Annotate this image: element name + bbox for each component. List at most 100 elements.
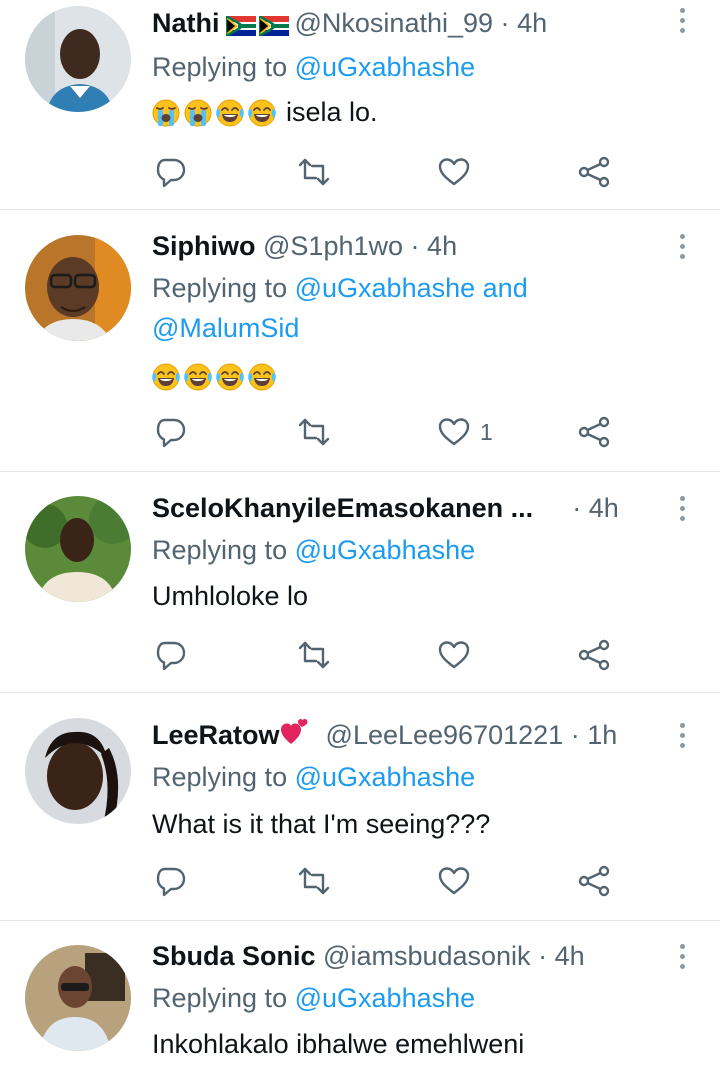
tweet-4[interactable]: LeeRatow @LeeLee96701221 · 1h Replying to… <box>0 693 720 921</box>
like-icon <box>438 158 470 186</box>
like-button[interactable] <box>438 635 480 675</box>
mention-link[interactable]: @uGxabhashe <box>295 52 476 82</box>
tweet-header: SceloKhanyileEmasokanen ... · 4h <box>152 488 672 528</box>
retweet-button[interactable] <box>298 635 330 675</box>
more-icon[interactable] <box>678 8 686 36</box>
tweet-3[interactable]: SceloKhanyileEmasokanen ... · 4h Replyin… <box>0 472 720 693</box>
author-name[interactable]: SceloKhanyileEmasokanen ... <box>152 493 533 523</box>
share-button[interactable] <box>578 152 610 192</box>
like-button[interactable]: 1 <box>438 412 493 452</box>
retweet-icon <box>298 418 330 446</box>
timestamp[interactable]: 4h <box>589 493 619 523</box>
loudly-crying-face-icon <box>152 99 180 127</box>
south-africa-flag-icon <box>225 16 256 36</box>
avatar-image <box>25 718 131 824</box>
avatar[interactable] <box>25 718 131 824</box>
more-icon[interactable] <box>678 234 686 262</box>
reply-icon <box>156 158 186 188</box>
emoji-group <box>152 363 276 391</box>
reply-button[interactable] <box>156 152 188 192</box>
author-name[interactable]: Siphiwo <box>152 231 256 261</box>
avatar[interactable] <box>25 235 131 341</box>
loudly-crying-face-icon <box>184 99 212 127</box>
like-icon <box>438 867 470 895</box>
share-button[interactable] <box>578 861 610 901</box>
like-button[interactable] <box>438 152 480 192</box>
emoji-group <box>152 99 276 127</box>
reply-prefix: Replying to <box>152 762 288 792</box>
author-handle[interactable]: @iamsbudasonik <box>323 941 531 971</box>
reply-icon <box>156 867 186 897</box>
separator: · <box>410 231 420 261</box>
reply-prefix: Replying to <box>152 273 288 303</box>
share-icon <box>578 865 610 897</box>
mention-link[interactable]: @uGxabhashe <box>295 983 476 1013</box>
retweet-button[interactable] <box>298 152 330 192</box>
retweet-button[interactable] <box>298 861 330 901</box>
tweet-text <box>152 356 286 396</box>
heart-with-ribbon-icon <box>280 717 314 757</box>
tears-of-joy-icon <box>152 363 180 391</box>
reply-prefix: Replying to <box>152 535 288 565</box>
avatar-image <box>25 235 131 341</box>
tweet-actions <box>150 861 650 901</box>
tweet-body: Inkohlakalo ibhalwe emehlweni <box>152 1029 525 1059</box>
avatar[interactable] <box>25 496 131 602</box>
timestamp[interactable]: 4h <box>555 941 585 971</box>
mention-link[interactable]: @uGxabhashe <box>295 535 476 565</box>
tears-of-joy-icon <box>216 99 244 127</box>
reply-button[interactable] <box>156 635 188 675</box>
like-button[interactable] <box>438 861 480 901</box>
tweet-5[interactable]: Sbuda Sonic @iamsbudasonik · 4h Replying… <box>0 921 720 1068</box>
mention-link[interactable]: @MalumSid <box>152 313 299 343</box>
tweet-actions <box>150 152 650 192</box>
share-icon <box>578 416 610 448</box>
tweet-text: What is it that I'm seeing??? <box>152 804 490 844</box>
retweet-icon <box>298 641 330 669</box>
tweet-body: What is it that I'm seeing??? <box>152 809 491 839</box>
replying-to: Replying to @uGxabhashe <box>152 47 475 87</box>
retweet-button[interactable] <box>298 412 330 452</box>
author-handle[interactable]: @S1ph1wo <box>263 231 403 261</box>
separator: · <box>572 493 582 523</box>
author-name[interactable]: LeeRatow <box>152 720 280 750</box>
separator: · <box>500 8 510 38</box>
timestamp[interactable]: 4h <box>427 231 457 261</box>
tweet-header: Nathi @Nkosinathi_99 · 4h <box>152 3 672 43</box>
reply-icon <box>156 641 186 671</box>
tweet-header: LeeRatow @LeeLee96701221 · 1h <box>152 715 672 755</box>
timestamp[interactable]: 4h <box>517 8 547 38</box>
tweet-actions <box>150 635 650 675</box>
tears-of-joy-icon <box>248 363 276 391</box>
author-name[interactable]: Sbuda Sonic <box>152 941 316 971</box>
tears-of-joy-icon <box>216 363 244 391</box>
tweet-text: Umhloloke lo <box>152 576 308 616</box>
reply-button[interactable] <box>156 412 188 452</box>
author-handle[interactable]: @LeeLee96701221 <box>326 720 564 750</box>
south-africa-flag-icon <box>258 16 289 36</box>
share-button[interactable] <box>578 412 610 452</box>
more-icon[interactable] <box>678 944 686 972</box>
timestamp[interactable]: 1h <box>587 720 617 750</box>
replying-to: Replying to @uGxabhashe <box>152 978 475 1018</box>
tweet-2[interactable]: Siphiwo @S1ph1wo · 4h Replying to @uGxab… <box>0 210 720 472</box>
retweet-icon <box>298 158 330 186</box>
tweet-header: Sbuda Sonic @iamsbudasonik · 4h <box>152 936 672 976</box>
more-icon[interactable] <box>678 496 686 524</box>
author-handle[interactable]: @Nkosinathi_99 <box>295 8 494 38</box>
avatar-image <box>25 945 131 1051</box>
tweet-1[interactable]: Nathi @Nkosinathi_99 · 4h Replying to @uG… <box>0 0 720 210</box>
avatar[interactable] <box>25 6 131 112</box>
reply-prefix: Replying to <box>152 52 288 82</box>
like-icon <box>438 641 470 669</box>
reply-button[interactable] <box>156 861 188 901</box>
tweet-body: isela lo. <box>286 97 378 127</box>
mention-link[interactable]: @uGxabhashe <box>295 273 476 303</box>
tears-of-joy-icon <box>184 363 212 391</box>
author-name[interactable]: Nathi <box>152 8 220 38</box>
like-icon <box>438 418 470 446</box>
more-icon[interactable] <box>678 723 686 751</box>
avatar[interactable] <box>25 945 131 1051</box>
mention-link[interactable]: @uGxabhashe <box>295 762 476 792</box>
share-button[interactable] <box>578 635 610 675</box>
